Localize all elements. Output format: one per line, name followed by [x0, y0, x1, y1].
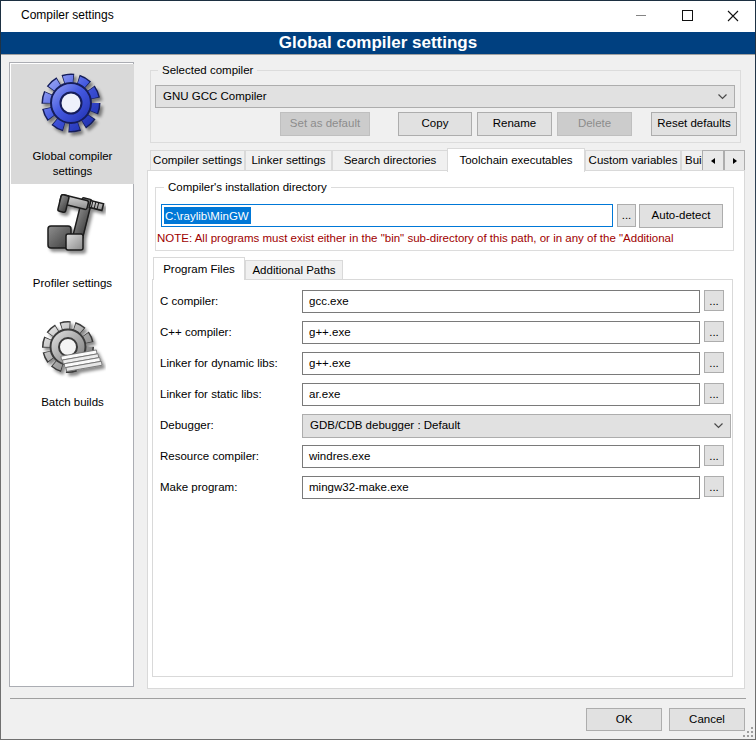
field-label: Debugger:: [160, 414, 214, 437]
profiler-icon: [40, 194, 106, 266]
tab-custom-variables[interactable]: Custom variables: [585, 150, 681, 170]
titlebar: Compiler settings: [0, 0, 756, 32]
compiler-combobox[interactable]: GNU GCC Compiler: [155, 85, 735, 108]
gear-icon: [40, 71, 106, 143]
field-value: windres.exe: [309, 450, 370, 462]
tab-compiler-settings[interactable]: Compiler settings: [150, 150, 245, 170]
linker-dynamic-input[interactable]: g++.exe: [302, 352, 700, 375]
cpp-compiler-input[interactable]: g++.exe: [302, 321, 700, 344]
sidebar-item-label: Global compiler settings: [11, 149, 134, 179]
field-value: gcc.exe: [309, 295, 349, 307]
tab-toolchain-executables[interactable]: Toolchain executables: [447, 148, 585, 172]
dialog-header: Global compiler settings: [0, 32, 756, 55]
sidebar-item-batch-builds[interactable]: Batch builds: [11, 311, 134, 429]
browse-resource-compiler-button[interactable]: ...: [704, 445, 724, 466]
tab-additional-paths[interactable]: Additional Paths: [245, 260, 343, 279]
debugger-select[interactable]: GDB/CDB debugger : Default: [302, 414, 731, 438]
sidebar: Global compiler settings: [9, 62, 134, 687]
installation-directory-input[interactable]: C:\raylib\MinGW: [161, 204, 613, 227]
tab-search-directories[interactable]: Search directories: [332, 150, 448, 170]
tab-program-files[interactable]: Program Files: [153, 257, 245, 280]
tab-scroll-right-button[interactable]: [724, 150, 745, 171]
browse-make-program-button[interactable]: ...: [704, 476, 724, 497]
installation-directory-group-label: Compiler's installation directory: [164, 180, 331, 194]
make-program-input[interactable]: mingw32-make.exe: [302, 476, 700, 499]
field-label: Resource compiler:: [160, 445, 259, 468]
compiler-combobox-value: GNU GCC Compiler: [163, 90, 267, 102]
browse-linker-static-button[interactable]: ...: [704, 383, 724, 404]
browse-linker-dynamic-button[interactable]: ...: [704, 352, 724, 373]
ok-button[interactable]: OK: [586, 708, 662, 731]
close-icon: [727, 10, 739, 22]
sidebar-item-profiler-settings[interactable]: Profiler settings: [11, 188, 134, 304]
batch-builds-icon: [40, 319, 106, 391]
field-label: C compiler:: [160, 290, 218, 313]
arrow-left-icon: [711, 158, 715, 164]
auto-detect-button[interactable]: Auto-detect: [639, 204, 723, 228]
window-controls: [618, 0, 756, 31]
window-compiler-settings: Compiler settings Global compiler settin…: [0, 0, 756, 740]
delete-button[interactable]: Delete: [557, 112, 632, 136]
linker-static-input[interactable]: ar.exe: [302, 383, 700, 406]
close-button[interactable]: [710, 0, 756, 31]
minimize-button[interactable]: [618, 0, 664, 31]
tab-scroll-left-button[interactable]: [702, 150, 724, 171]
maximize-button[interactable]: [664, 0, 710, 31]
field-value: ar.exe: [309, 388, 340, 400]
sidebar-item-global-compiler-settings[interactable]: Global compiler settings: [11, 64, 134, 184]
field-label: Linker for static libs:: [160, 383, 262, 406]
arrow-right-icon: [733, 158, 737, 164]
reset-defaults-button[interactable]: Reset defaults: [651, 112, 737, 136]
browse-c-compiler-button[interactable]: ...: [704, 290, 724, 311]
window-title: Compiler settings: [21, 8, 114, 22]
footer-divider: [10, 698, 746, 699]
copy-button[interactable]: Copy: [398, 112, 472, 136]
field-value: g++.exe: [309, 357, 351, 369]
installation-note: NOTE: All programs must exist either in …: [157, 232, 741, 247]
resource-compiler-input[interactable]: windres.exe: [302, 445, 700, 468]
chevron-down-icon: [714, 423, 723, 429]
sidebar-item-label: Profiler settings: [11, 276, 134, 291]
field-label: Linker for dynamic libs:: [160, 352, 278, 375]
field-value: g++.exe: [309, 326, 351, 338]
browse-cpp-compiler-button[interactable]: ...: [704, 321, 724, 342]
minimize-icon: [636, 10, 647, 21]
field-label: Make program:: [160, 476, 237, 499]
field-value: mingw32-make.exe: [309, 481, 409, 493]
browse-directory-button[interactable]: ...: [617, 204, 636, 227]
debugger-select-value: GDB/CDB debugger : Default: [310, 419, 460, 431]
resize-grip[interactable]: [743, 727, 753, 737]
cancel-button[interactable]: Cancel: [669, 708, 745, 731]
sidebar-item-label: Batch builds: [11, 395, 134, 410]
selected-compiler-group-label: Selected compiler: [158, 63, 257, 77]
installation-directory-value: C:\raylib\MinGW: [164, 207, 251, 224]
rename-button[interactable]: Rename: [477, 112, 552, 136]
tab-linker-settings[interactable]: Linker settings: [245, 150, 332, 170]
maximize-icon: [682, 10, 693, 21]
set-as-default-button[interactable]: Set as default: [280, 112, 370, 136]
field-label: C++ compiler:: [160, 321, 232, 344]
c-compiler-input[interactable]: gcc.exe: [302, 290, 700, 313]
chevron-down-icon: [718, 94, 727, 100]
